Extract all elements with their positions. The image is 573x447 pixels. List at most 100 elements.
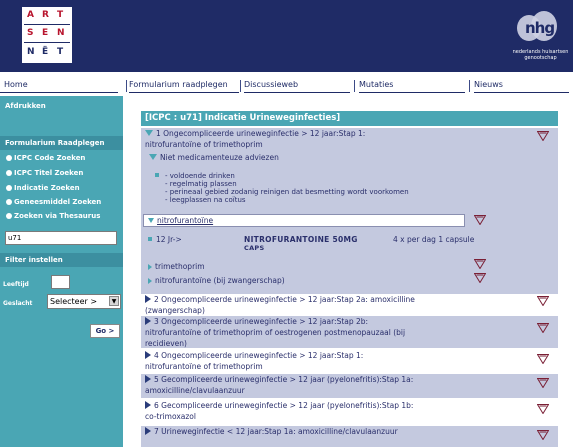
drug-trimethoprim[interactable]: trimethoprim [148,262,205,271]
nav-mutaties[interactable]: Mutaties [359,80,393,89]
filter-icon[interactable] [537,378,549,388]
advice-item: - voldoende drinken [155,172,409,180]
go-button[interactable]: Go > [90,324,120,338]
filter-icon[interactable] [474,215,486,225]
row-text: nitrofurantoïne of trimethoprim [145,140,263,149]
collapsed-triangle-icon [148,278,152,284]
collapsed-triangle-icon [145,317,151,325]
expanded-triangle-icon [149,154,157,160]
indication-row-3[interactable]: 3 Ongecompliceerde urineweginfectie > 12… [141,316,558,348]
sidebar-afdrukken[interactable]: Afdrukken [5,102,46,110]
filter-icon[interactable] [537,323,549,333]
nhg-caption: nederlands huisartsen genootschap [512,49,569,61]
collapsed-triangle-icon [145,351,151,359]
logo-divider [24,42,70,43]
indication-row-7[interactable]: 7 Urineweginfectie < 12 jaar:Stap 1a: am… [141,426,558,447]
search-input[interactable]: u71 [5,231,117,245]
sidebar-section-formularium: Formularium Raadplegen [0,136,123,150]
logo-letter: A [27,10,34,20]
advice-heading: Niet medicamenteuze adviezen [160,153,279,162]
dose-drug[interactable]: NITROFURANTOINE 50MG [244,235,358,244]
nav-underline [359,92,465,93]
advice-item: - regelmatig plassen [165,180,237,188]
sidebar-item-thesaurus[interactable]: Zoeken via Thesaurus [6,212,100,220]
sidebar-item-label: Zoeken via Thesaurus [14,212,101,220]
site-header: A R T S E N N Ë T nhg nederlands huisart… [0,0,573,72]
logo-letter: R [42,10,49,20]
filter-icon[interactable] [474,259,486,269]
sidebar-item-icpc-code[interactable]: ICPC Code Zoeken [6,154,85,162]
indication-row-2[interactable]: 2 Ongecompliceerde urineweginfectie > 12… [141,294,558,316]
artsennet-logo[interactable]: A R T S E N N Ë T [22,7,72,63]
nhg-logo[interactable]: nhg [517,11,557,45]
nhg-logo-text: nhg [525,19,555,37]
logo-letter: S [27,28,34,38]
drug-nitro-preg[interactable]: nitrofurantoïne (bij zwangerschap) [148,276,285,285]
advice-list: - voldoende drinken - regelmatig plassen… [155,172,409,204]
indication-row-1[interactable]: 1 Ongecompliceerde urineweginfectie > 12… [141,128,558,152]
logo-letter: N [27,47,35,57]
nav-nieuws[interactable]: Nieuws [474,80,503,89]
logo-letter: E [42,28,49,38]
collapsed-triangle-icon [148,264,152,270]
nav-divider [469,80,470,92]
sidebar-item-icpc-titel[interactable]: ICPC Titel Zoeken [6,169,83,177]
collapsed-triangle-icon [145,375,151,383]
sidebar-item-indicatie[interactable]: Indicatie Zoeken [6,184,80,192]
geslacht-label: Geslacht [3,300,33,307]
dose-frequency: 4 x per dag 1 capsule [393,235,475,244]
nav-home[interactable]: Home [4,80,28,89]
sidebar-section-filter: Filter instellen [0,253,123,267]
filter-icon[interactable] [537,354,549,364]
collapsed-triangle-icon [145,295,151,303]
logo-letter: N [57,28,65,38]
filter-icon[interactable] [537,296,549,306]
sidebar-item-label: ICPC Code Zoeken [14,154,86,162]
leeftijd-label: Leeftijd [3,281,29,288]
nav-divider [354,80,355,92]
indication-row-6[interactable]: 6 Gecompliceerde urineweginfectie > 12 j… [141,400,558,424]
filter-icon[interactable] [537,131,549,141]
nitrofurantoine-box[interactable]: nitrofurantoïne [143,214,465,227]
dose-age: 12 Jr-> [148,235,182,244]
advice-item: - leegplassen na coïtus [165,196,246,204]
bullet-icon [6,199,12,205]
logo-letter: T [57,10,64,20]
collapsed-triangle-icon [145,427,151,435]
bullet-icon [148,237,152,241]
nav-underline [0,92,118,93]
indication-row-4[interactable]: 4 Ongecompliceerde urineweginfectie > 12… [141,350,558,372]
bullet-icon [155,173,159,177]
nav-underline [474,92,569,93]
nav-divider [126,80,127,92]
logo-letter: Ë [42,47,49,57]
nav-formularium[interactable]: Formularium raadplegen [129,80,228,89]
bullet-icon [6,213,12,219]
bullet-icon [6,185,12,191]
sidebar-item-label: Geneesmiddel Zoeken [14,198,102,206]
sidebar-item-geneesmiddel[interactable]: Geneesmiddel Zoeken [6,198,101,206]
row-text: 1 Ongecompliceerde urineweginfectie > 12… [156,129,366,138]
bullet-icon [6,155,12,161]
leeftijd-input[interactable] [51,275,70,289]
sidebar-item-label: Indicatie Zoeken [14,184,80,192]
filter-icon[interactable] [474,273,486,283]
chevron-down-icon: ▼ [109,296,119,306]
dose-form: CAPS [244,244,265,252]
nav-discussieweb[interactable]: Discussieweb [244,80,298,89]
nav-underline [244,92,350,93]
bullet-icon [6,170,12,176]
filter-icon[interactable] [537,404,549,414]
nav-underline [129,92,239,93]
advice-item: - perineaal gebied zodanig reinigen dat … [165,188,409,196]
expanded-triangle-icon [148,218,154,223]
geslacht-selected-value: Selecteer > [50,297,98,306]
sidebar-item-label: ICPC Titel Zoeken [14,169,84,177]
sidebar: Afdrukken Formularium Raadplegen ICPC Co… [0,96,123,447]
logo-divider [24,24,70,25]
expanded-triangle-icon [145,130,153,136]
indication-row-5[interactable]: 5 Gecompliceerde urineweginfectie > 12 j… [141,374,558,398]
filter-icon[interactable] [537,430,549,440]
geslacht-select[interactable]: Selecteer > ▼ [47,294,121,309]
nav-divider [240,80,241,92]
